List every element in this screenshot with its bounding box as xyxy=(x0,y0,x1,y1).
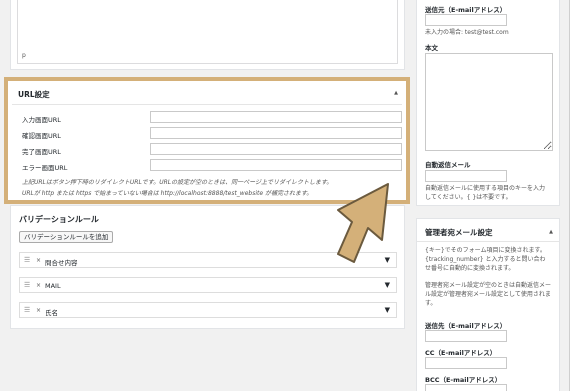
admin-help-2: 管理者宛メール設定が空のときは自動返信メール設定が管理者宛メール設定として使用さ… xyxy=(425,282,552,307)
remove-icon[interactable]: × xyxy=(36,257,41,264)
remove-icon[interactable]: × xyxy=(36,282,41,289)
page-frame: p URL設定 ▲ 入力画面URL 確認画面URL 完了画面URL エラー画面U… xyxy=(0,0,570,391)
divider xyxy=(12,104,402,105)
admin-to-field[interactable] xyxy=(425,330,507,342)
drag-handle-icon[interactable]: ☰ xyxy=(24,281,30,289)
auto-reply-key-field[interactable] xyxy=(425,170,507,182)
url-label-error: エラー画面URL xyxy=(22,164,68,172)
url-label-confirm: 確認画面URL xyxy=(22,132,61,140)
cc-field[interactable] xyxy=(425,357,507,369)
bcc-field[interactable] xyxy=(425,384,507,391)
complete-url-field[interactable] xyxy=(150,143,402,155)
admin-to-label: 送信先（E-mailアドレス） xyxy=(425,322,507,330)
content-editor[interactable]: p xyxy=(17,0,398,64)
expand-arrow-icon[interactable]: ▼ xyxy=(385,306,390,314)
validation-rule-item[interactable]: ☰ × 氏名 ▼ xyxy=(19,302,397,318)
from-email-help: 未入力の場合: test@test.com xyxy=(425,29,509,36)
url-label-complete: 完了画面URL xyxy=(22,148,61,156)
drag-handle-icon[interactable]: ☰ xyxy=(24,256,30,264)
from-email-field[interactable] xyxy=(425,14,507,26)
confirm-url-field[interactable] xyxy=(150,127,402,139)
validation-title: バリデーションルール xyxy=(19,215,99,224)
auto-reply-settings-panel: 送信元（E-mailアドレス） 未入力の場合: test@test.com 本文… xyxy=(416,0,560,206)
divider xyxy=(417,241,559,242)
collapse-toggle-icon[interactable]: ▲ xyxy=(549,229,553,235)
admin-mail-settings-panel: 管理者宛メール設定 ▲ {キー}でそのフォーム項目に変換されます。 {track… xyxy=(416,218,560,391)
auto-reply-help: 自動返信メールに使用する項目のキーを入力してください。{ }は不要です。 xyxy=(425,185,546,201)
admin-mail-title: 管理者宛メール設定 xyxy=(425,228,493,237)
validation-rule-item[interactable]: ☰ × MAIL ▼ xyxy=(19,277,397,293)
input-url-field[interactable] xyxy=(150,111,402,123)
auto-reply-label: 自動返信メール xyxy=(425,161,471,169)
admin-help-1: {キー}でそのフォーム項目に変換されます。 {tracking_number} … xyxy=(425,247,546,272)
body-label: 本文 xyxy=(425,44,438,52)
collapse-toggle-icon[interactable]: ▲ xyxy=(394,90,398,96)
expand-arrow-icon[interactable]: ▼ xyxy=(385,281,390,289)
add-validation-rule-button[interactable]: バリデーションルールを追加 xyxy=(19,231,114,243)
url-settings-title: URL設定 xyxy=(18,90,50,99)
cc-label: CC（E-mailアドレス） xyxy=(425,349,497,357)
rule-label: 氏名 xyxy=(45,309,58,317)
pointer-arrow-icon xyxy=(337,183,389,263)
editor-path: p xyxy=(22,52,26,59)
bcc-label: BCC（E-mailアドレス） xyxy=(425,376,502,384)
content-editor-panel: p xyxy=(10,0,405,70)
drag-handle-icon[interactable]: ☰ xyxy=(24,306,30,314)
url-label-input: 入力画面URL xyxy=(22,116,61,124)
body-textarea[interactable] xyxy=(425,53,553,151)
url-note-2: URLが http または https で始まっていない場合は http://l… xyxy=(22,190,313,197)
from-email-label: 送信元（E-mailアドレス） xyxy=(425,6,507,14)
error-url-field[interactable] xyxy=(150,159,402,171)
url-note-1: 上記URLはボタン押下時のリダイレクトURLです。URLの設定が空のときは、同一… xyxy=(22,179,333,186)
remove-icon[interactable]: × xyxy=(36,307,41,314)
rule-label: MAIL xyxy=(45,282,61,290)
rule-label: 問合せ内容 xyxy=(45,259,78,267)
